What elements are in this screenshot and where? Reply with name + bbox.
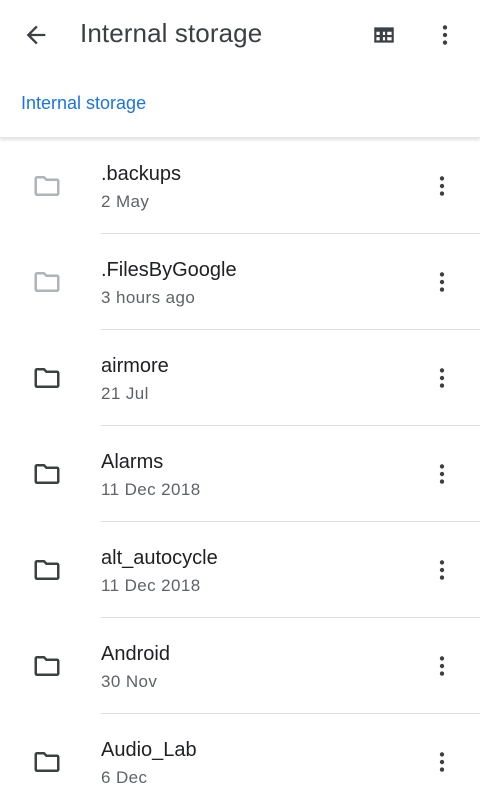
grid-view-icon: [374, 27, 394, 43]
list-item[interactable]: Audio_Lab 6 Dec: [0, 714, 480, 808]
folder-icon: [34, 752, 60, 772]
folder-date: 21 Jul: [101, 384, 149, 403]
folder-more-button[interactable]: [418, 258, 466, 306]
more-options-button[interactable]: [421, 11, 469, 59]
list-item[interactable]: alt_autocycle 11 Dec 2018: [0, 522, 480, 618]
more-vert-icon: [442, 25, 448, 45]
folder-more-button[interactable]: [418, 738, 466, 786]
folder-list: .backups 2 May .FilesByGoogle 3 hours ago ai…: [0, 138, 480, 808]
list-item[interactable]: .backups 2 May: [0, 138, 480, 234]
folder-more-button[interactable]: [418, 450, 466, 498]
grid-view-button[interactable]: [360, 11, 408, 59]
folder-date: 2 May: [101, 192, 150, 211]
arrow-back-icon: [26, 25, 46, 45]
folder-icon: [34, 464, 60, 484]
more-vert-icon: [439, 368, 445, 388]
folder-icon: [34, 176, 60, 196]
breadcrumb: Internal storage: [0, 70, 480, 138]
folder-date: 11 Dec 2018: [101, 576, 201, 595]
list-item[interactable]: Android 30 Nov: [0, 618, 480, 714]
folder-name: .FilesByGoogle: [101, 259, 237, 281]
breadcrumb-item-internal-storage[interactable]: Internal storage: [21, 93, 146, 114]
more-vert-icon: [439, 560, 445, 580]
folder-icon: [34, 272, 60, 292]
list-item[interactable]: Alarms 11 Dec 2018: [0, 426, 480, 522]
folder-more-button[interactable]: [418, 162, 466, 210]
folder-name: Audio_Lab: [101, 739, 197, 761]
folder-name: Alarms: [101, 451, 164, 473]
more-vert-icon: [439, 464, 445, 484]
list-item[interactable]: .FilesByGoogle 3 hours ago: [0, 234, 480, 330]
back-button[interactable]: [12, 11, 60, 59]
folder-name: Android: [101, 643, 170, 665]
list-item[interactable]: airmore 21 Jul: [0, 330, 480, 426]
more-vert-icon: [439, 272, 445, 292]
folder-name: alt_autocycle: [101, 547, 218, 569]
folder-date: 11 Dec 2018: [101, 480, 201, 499]
more-vert-icon: [439, 656, 445, 676]
folder-icon: [34, 656, 60, 676]
folder-date: 30 Nov: [101, 672, 158, 691]
folder-date: 3 hours ago: [101, 288, 196, 307]
more-vert-icon: [439, 752, 445, 772]
folder-name: airmore: [101, 355, 169, 377]
folder-icon: [34, 560, 60, 580]
top-app-bar: Internal storage: [0, 0, 480, 70]
more-vert-icon: [439, 176, 445, 196]
folder-more-button[interactable]: [418, 642, 466, 690]
folder-more-button[interactable]: [418, 546, 466, 594]
folder-more-button[interactable]: [418, 354, 466, 402]
folder-icon: [34, 368, 60, 388]
folder-name: .backups: [101, 163, 182, 185]
page-title: Internal storage: [80, 18, 263, 48]
folder-date: 6 Dec: [101, 768, 148, 787]
